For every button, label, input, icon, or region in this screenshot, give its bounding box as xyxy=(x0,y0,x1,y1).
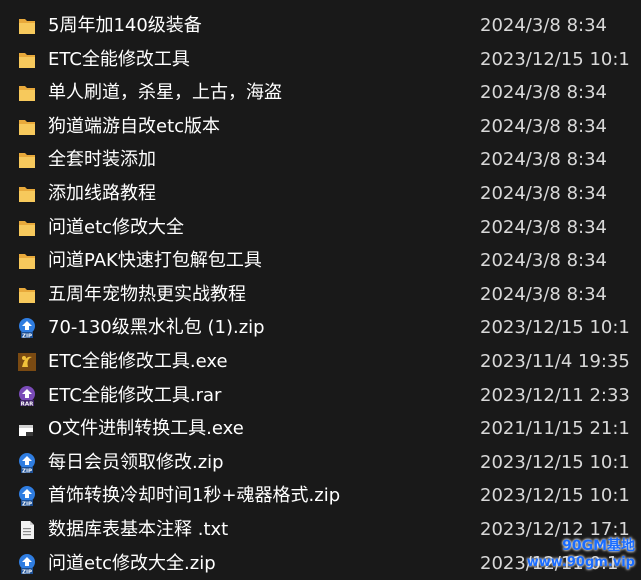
file-name[interactable]: 5周年加140级装备 xyxy=(48,9,202,43)
file-date: 2024/3/8 8:34 xyxy=(480,211,641,245)
folder-icon xyxy=(16,149,38,171)
file-name[interactable]: 首饰转换冷却时间1秒+魂器格式.zip xyxy=(48,479,340,513)
file-date: 2023/12/15 10:1 xyxy=(480,43,641,77)
svg-text:ZIP: ZIP xyxy=(22,502,32,508)
text-file-icon xyxy=(16,519,38,541)
file-row[interactable]: 问道PAK快速打包解包工具 2024/3/8 8:34 xyxy=(0,244,641,278)
file-date: 2024/3/8 8:34 xyxy=(480,244,641,278)
file-row[interactable]: RAR ETC全能修改工具.rar 2023/12/11 2:33 xyxy=(0,379,641,413)
zip-icon: ZIP xyxy=(16,485,38,507)
file-date: 2023/11/4 19:35 xyxy=(480,345,641,379)
zip-icon: ZIP xyxy=(16,317,38,339)
rar-icon: RAR xyxy=(16,385,38,407)
folder-icon xyxy=(16,116,38,138)
svg-text:RAR: RAR xyxy=(21,401,34,407)
file-date: 2023/12/15 10:1 xyxy=(480,446,641,480)
file-name[interactable]: ETC全能修改工具.exe xyxy=(48,345,228,379)
folder-icon xyxy=(16,183,38,205)
file-name[interactable]: 添加线路教程 xyxy=(48,177,156,211)
file-list: 5周年加140级装备 2024/3/8 8:34 ETC全能修改工具 2023/12/… xyxy=(0,9,641,580)
file-name[interactable]: 70-130级黑水礼包 (1).zip xyxy=(48,311,265,345)
file-name[interactable]: 问道etc修改大全 xyxy=(48,211,184,245)
file-name[interactable]: ETC全能修改工具 xyxy=(48,43,190,77)
file-row[interactable]: 添加线路教程 2024/3/8 8:34 xyxy=(0,177,641,211)
exe-window-icon xyxy=(16,418,38,440)
svg-text:ZIP: ZIP xyxy=(22,468,32,474)
file-row[interactable]: ZIP 每日会员领取修改.zip 2023/12/15 10:1 xyxy=(0,446,641,480)
app-exe-icon xyxy=(16,351,38,373)
file-date: 2024/3/8 8:34 xyxy=(480,76,641,110)
file-name[interactable]: 每日会员领取修改.zip xyxy=(48,446,224,480)
file-name[interactable]: 数据库表基本注释 .txt xyxy=(48,513,228,547)
file-date: 2023/12/15 10:1 xyxy=(480,479,641,513)
file-name[interactable]: 狗道端游自改etc版本 xyxy=(48,110,220,144)
file-name[interactable]: 问道PAK快速打包解包工具 xyxy=(48,244,262,278)
file-row[interactable]: O文件进制转换工具.exe 2021/11/15 21:1 xyxy=(0,412,641,446)
file-row[interactable]: ETC全能修改工具 2023/12/15 10:1 xyxy=(0,43,641,77)
svg-text:ZIP: ZIP xyxy=(22,334,32,340)
file-row[interactable]: 全套时装添加 2024/3/8 8:34 xyxy=(0,143,641,177)
folder-icon xyxy=(16,217,38,239)
zip-icon: ZIP xyxy=(16,452,38,474)
file-name[interactable]: 单人刷道，杀星，上古，海盗 xyxy=(48,76,282,110)
folder-icon xyxy=(16,284,38,306)
watermark-title: 90GM基地 xyxy=(527,535,635,555)
file-row[interactable]: ZIP 70-130级黑水礼包 (1).zip 2023/12/15 10:1 xyxy=(0,311,641,345)
file-date: 2023/12/15 10:1 xyxy=(480,311,641,345)
file-name[interactable]: 问道etc修改大全.zip xyxy=(48,547,216,580)
zip-icon: ZIP xyxy=(16,553,38,575)
file-date: 2024/3/8 8:34 xyxy=(480,143,641,177)
file-date: 2024/3/8 8:34 xyxy=(480,177,641,211)
folder-icon xyxy=(16,15,38,37)
file-row[interactable]: 5周年加140级装备 2024/3/8 8:34 xyxy=(0,9,641,43)
file-name[interactable]: 五周年宠物热更实战教程 xyxy=(48,278,246,312)
file-row[interactable]: 问道etc修改大全 2024/3/8 8:34 xyxy=(0,211,641,245)
file-date: 2024/3/8 8:34 xyxy=(480,278,641,312)
file-row[interactable]: 五周年宠物热更实战教程 2024/3/8 8:34 xyxy=(0,278,641,312)
watermark: 90GM基地 www.90gm.vip xyxy=(527,535,635,570)
file-row[interactable]: 单人刷道，杀星，上古，海盗 2024/3/8 8:34 xyxy=(0,76,641,110)
folder-icon xyxy=(16,82,38,104)
file-name[interactable]: 全套时装添加 xyxy=(48,143,156,177)
file-row[interactable]: 狗道端游自改etc版本 2024/3/8 8:34 xyxy=(0,110,641,144)
file-date: 2021/11/15 21:1 xyxy=(480,412,641,446)
file-row[interactable]: ETC全能修改工具.exe 2023/11/4 19:35 xyxy=(0,345,641,379)
file-date: 2024/3/8 8:34 xyxy=(480,110,641,144)
file-date: 2024/3/8 8:34 xyxy=(480,9,641,43)
file-name[interactable]: ETC全能修改工具.rar xyxy=(48,379,221,413)
file-row[interactable]: ZIP 首饰转换冷却时间1秒+魂器格式.zip 2023/12/15 10:1 xyxy=(0,479,641,513)
folder-icon xyxy=(16,250,38,272)
watermark-url: www.90gm.vip xyxy=(527,555,635,570)
file-date: 2023/12/11 2:33 xyxy=(480,379,641,413)
file-name[interactable]: O文件进制转换工具.exe xyxy=(48,412,244,446)
folder-icon xyxy=(16,49,38,71)
